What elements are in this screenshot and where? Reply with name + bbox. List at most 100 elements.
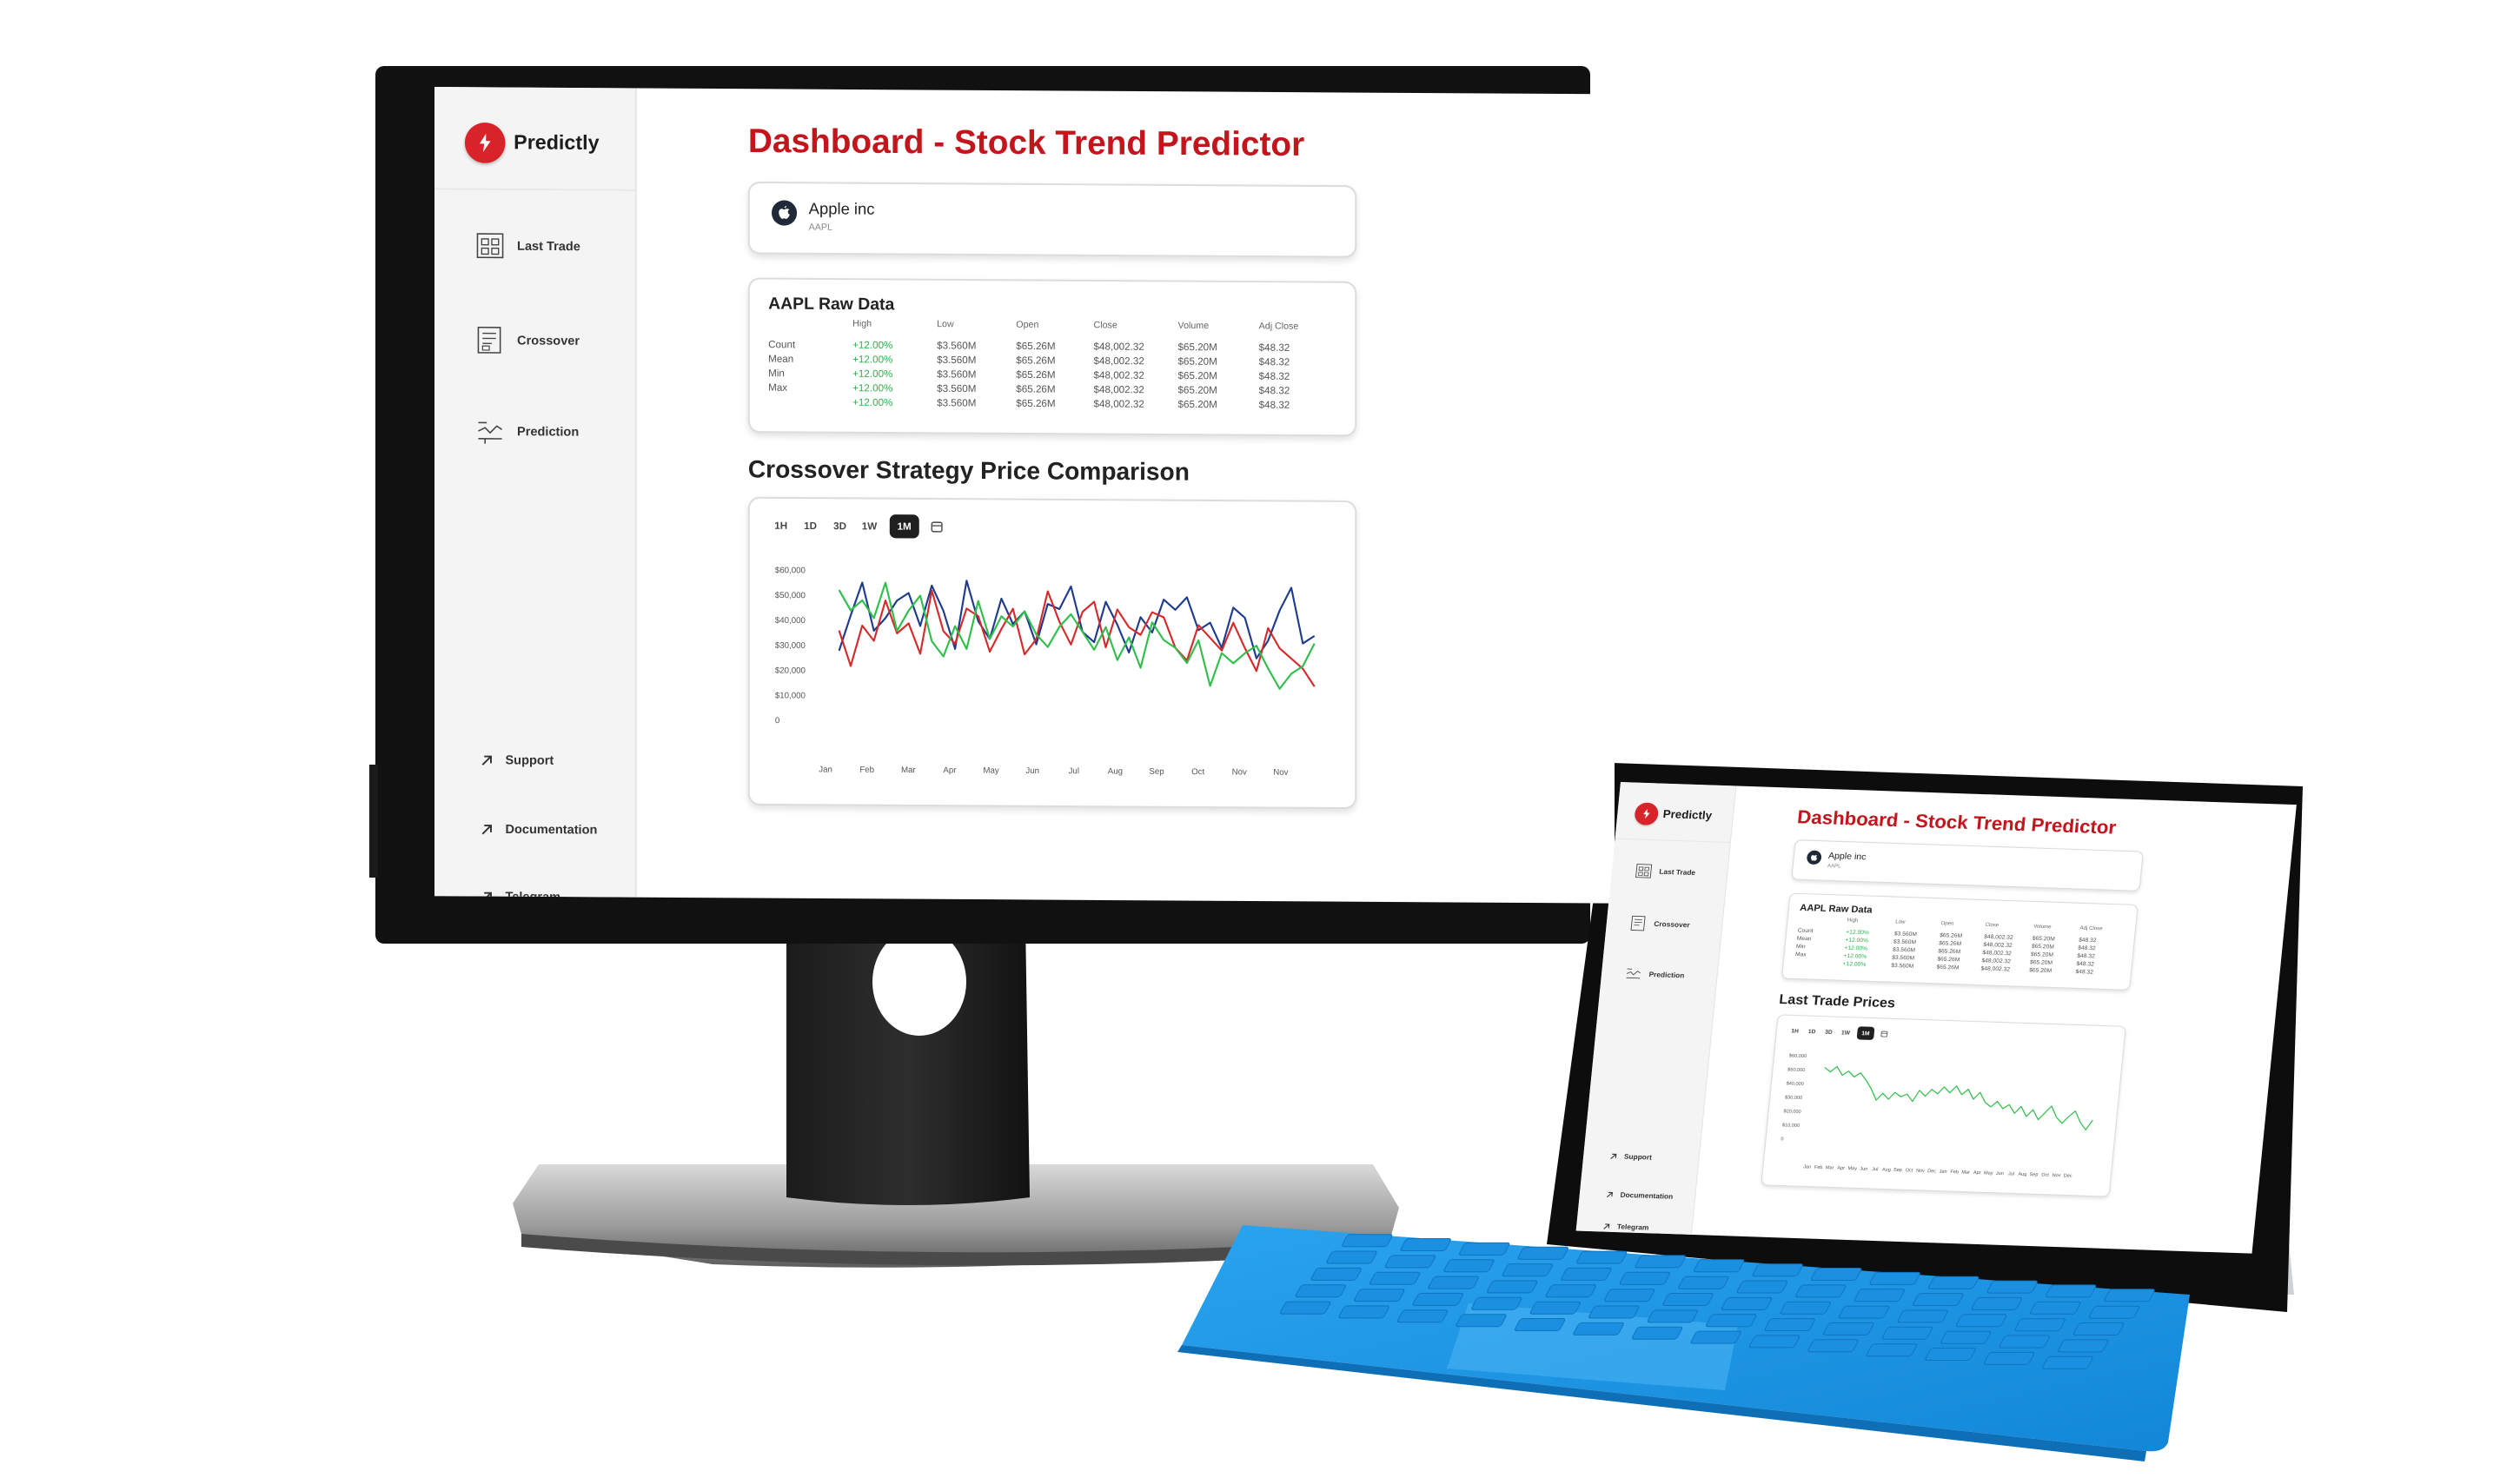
company-selector[interactable]: Apple inc AAPL bbox=[1791, 839, 2144, 891]
range-button-1h[interactable]: 1H bbox=[1789, 1024, 1801, 1037]
bolt-icon bbox=[1634, 802, 1660, 825]
x-tick-label: Jan bbox=[1939, 1170, 1947, 1175]
page-title: Dashboard - Stock Trend Predictor bbox=[1796, 806, 2118, 838]
sidebar-item-prediction[interactable]: Prediction bbox=[475, 416, 579, 447]
x-tick-label: Feb bbox=[1814, 1165, 1823, 1170]
y-tick-label: $60,000 bbox=[1789, 1053, 1807, 1059]
raw-data-card: AAPL Raw Data High Low Open Close Volume… bbox=[747, 277, 1357, 437]
column-header: Volume bbox=[1177, 321, 1210, 331]
x-tick-label: Feb bbox=[1950, 1170, 1959, 1175]
row-label bbox=[1794, 958, 1843, 967]
support-link[interactable]: Support bbox=[1609, 1152, 1652, 1162]
table-cell: $48.32 bbox=[2075, 967, 2094, 976]
raw-data-rows: Count +12.00% $3.560M $65.26M $48,002.32 $65.… bbox=[768, 337, 1326, 412]
range-button-1h[interactable]: 1H bbox=[772, 514, 790, 537]
sidebar-item-label: Crossover bbox=[1653, 919, 1691, 930]
x-tick-label: Sep bbox=[1149, 767, 1164, 777]
range-button-3d[interactable]: 3D bbox=[1823, 1025, 1835, 1038]
y-tick-label: $50,000 bbox=[1787, 1067, 1806, 1073]
table-row: +12.00% $3.560M $65.26M $48,002.32 $65.20M $4… bbox=[768, 394, 1326, 412]
range-button-3d[interactable]: 3D bbox=[831, 514, 849, 538]
range-button-1w[interactable]: 1W bbox=[1840, 1026, 1852, 1039]
sidebar-item-crossover[interactable]: Crossover bbox=[1629, 915, 1691, 934]
dashboard: Predictly Last Trade Crossover Predictio… bbox=[1575, 782, 2297, 1254]
table-cell: +12.00% bbox=[852, 367, 893, 380]
y-tick-label: 0 bbox=[1781, 1137, 1784, 1142]
company-selector[interactable]: Apple inc AAPL bbox=[747, 181, 1357, 258]
sidebar-item-last-trade[interactable]: Last Trade bbox=[1635, 862, 1696, 881]
x-tick-label: May bbox=[1847, 1166, 1857, 1171]
table-cell: +12.00% bbox=[852, 381, 893, 394]
arrow-up-right-icon bbox=[1603, 1223, 1610, 1229]
documentation-link[interactable]: Documentation bbox=[480, 822, 597, 837]
brand-name: Predictly bbox=[1661, 807, 1713, 823]
company-name: Apple inc bbox=[808, 200, 875, 219]
x-tick-label: Apr bbox=[943, 766, 957, 775]
table-cell: $65.26M bbox=[1016, 368, 1056, 381]
row-label: Count bbox=[768, 338, 796, 350]
company-ticker: AAPL bbox=[808, 222, 832, 233]
range-button-1d[interactable]: 1D bbox=[1806, 1024, 1818, 1037]
row-label: Min bbox=[768, 366, 785, 379]
column-header: Low bbox=[937, 319, 954, 330]
series-line-0 bbox=[1824, 1065, 2093, 1130]
raw-data-table: High Low Open Close Volume Adj Close Cou… bbox=[768, 316, 1326, 412]
apple-icon bbox=[1806, 850, 1822, 865]
table-cell: $65.20M bbox=[1177, 340, 1217, 353]
calendar-icon[interactable] bbox=[930, 520, 944, 534]
table-cell: $48,002.32 bbox=[1093, 368, 1144, 381]
table-cell: +12.00% bbox=[852, 353, 893, 365]
range-button-1m[interactable]: 1M bbox=[889, 514, 919, 539]
x-tick-label: Nov bbox=[1232, 767, 1247, 777]
column-header: Open bbox=[1016, 319, 1039, 330]
sidebar-item-crossover[interactable]: Crossover bbox=[475, 325, 580, 356]
column-header: High bbox=[852, 318, 872, 329]
documentation-link[interactable]: Documentation bbox=[1605, 1190, 1674, 1201]
range-button-1m[interactable]: 1M bbox=[1856, 1026, 1875, 1040]
x-tick-label: Nov bbox=[1916, 1169, 1926, 1174]
sidebar-item-prediction[interactable]: Prediction bbox=[1624, 965, 1685, 984]
tablet-screen: Predictly Last Trade Crossover Predictio… bbox=[1575, 782, 2297, 1254]
x-tick-label: Mar bbox=[1961, 1170, 1970, 1176]
calendar-icon[interactable] bbox=[1880, 1030, 1888, 1037]
brand-logo[interactable]: Predictly bbox=[464, 122, 600, 164]
apple-icon bbox=[772, 200, 798, 226]
price-chart: $60,000 $50,000 $40,000 $30,000 $20,000 $10,0… bbox=[775, 566, 1316, 778]
y-tick-label: $60,000 bbox=[775, 566, 806, 575]
table-cell: $48,002.32 bbox=[1093, 340, 1144, 353]
table-cell: $48.32 bbox=[1258, 369, 1290, 382]
range-selector: 1H 1D 3D 1W 1M bbox=[1789, 1024, 1889, 1041]
sidebar-item-label: Crossover bbox=[517, 333, 580, 348]
range-button-1d[interactable]: 1D bbox=[801, 514, 819, 537]
x-tick-label: May bbox=[983, 766, 998, 776]
arrow-up-right-icon bbox=[481, 755, 492, 766]
table-cell: $48,002.32 bbox=[1093, 354, 1144, 367]
range-button-1w[interactable]: 1W bbox=[860, 514, 879, 538]
table-cell: +12.00% bbox=[852, 338, 893, 351]
last-trade-icon bbox=[476, 233, 504, 259]
brand-logo[interactable]: Predictly bbox=[1634, 802, 1713, 827]
x-tick-label: Sep bbox=[2029, 1172, 2038, 1177]
y-tick-label: $10,000 bbox=[1782, 1123, 1800, 1129]
table-cell: $48,002.32 bbox=[1093, 382, 1144, 395]
documentation-label: Documentation bbox=[1620, 1190, 1674, 1201]
y-tick-label: $50,000 bbox=[775, 591, 806, 600]
sidebar-item-last-trade[interactable]: Last Trade bbox=[475, 230, 580, 262]
support-label: Support bbox=[505, 752, 554, 768]
y-tick-label: 0 bbox=[775, 716, 780, 726]
raw-data-table: High Low Open Close Volume Adj Close Cou… bbox=[1794, 915, 2119, 977]
arrow-up-right-icon bbox=[481, 824, 492, 834]
y-tick-label: $10,000 bbox=[775, 691, 806, 700]
arrow-up-right-icon bbox=[1610, 1153, 1617, 1159]
table-cell: $65.20M bbox=[2028, 966, 2052, 974]
row-label: Max bbox=[768, 381, 788, 394]
x-tick-label: Jul bbox=[1069, 766, 1079, 776]
chart-title: Crossover Strategy Price Comparison bbox=[747, 456, 1190, 487]
x-tick-label: Feb bbox=[859, 766, 874, 775]
x-tick-label: Nov bbox=[2052, 1173, 2061, 1178]
chart-card: 1H 1D 3D 1W 1M $60,000 $50,000 $40,000 $30,000 $… bbox=[747, 496, 1357, 810]
company-ticker: AAPL bbox=[1827, 863, 1841, 870]
telegram-link[interactable]: Telegram bbox=[1602, 1223, 1649, 1232]
x-tick-label: May bbox=[1984, 1170, 1993, 1176]
support-link[interactable]: Support bbox=[480, 753, 554, 768]
